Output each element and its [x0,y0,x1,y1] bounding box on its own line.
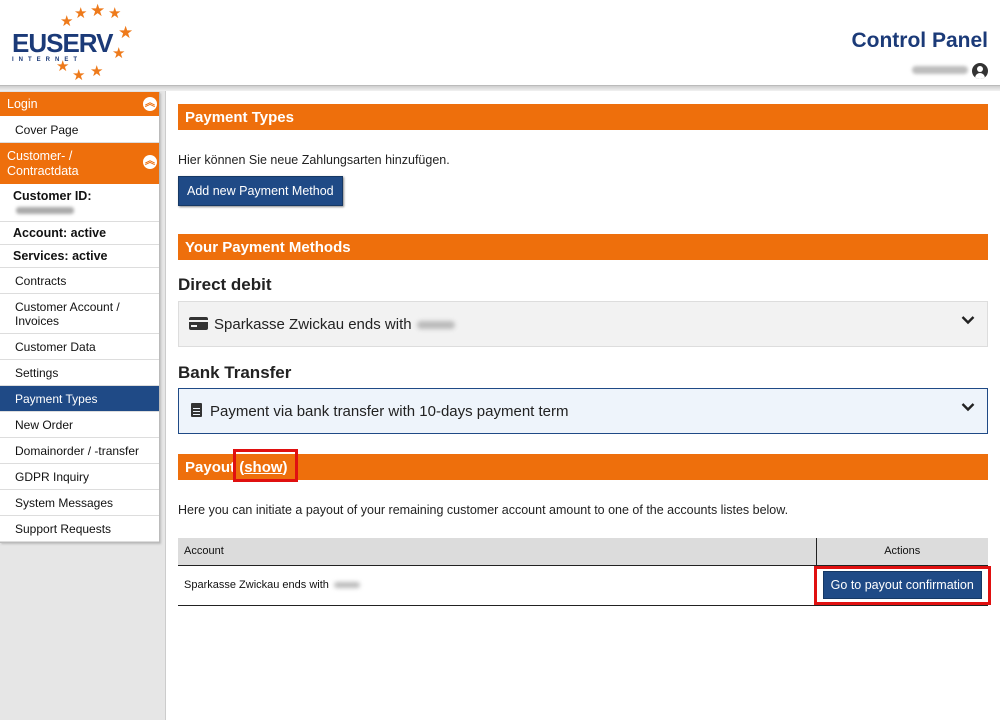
intro-text: Hier können Sie neue Zahlungsarten hinzu… [178,153,450,167]
bank-transfer-title: Bank Transfer [178,363,292,382]
star-icon: ★ [74,5,88,22]
section-title: Your Payment Methods [185,239,351,256]
section-payment-types: Payment Types [178,104,988,130]
highlight-box [233,449,298,482]
username-redacted [912,66,968,74]
star-icon: ★ [72,67,86,84]
sidebar-item-domainorder[interactable]: Domainorder / -transfer [0,438,159,464]
account-status: Account: active [0,222,159,245]
star-icon: ★ [90,1,106,20]
sidebar-section-label: Customer- / Contractdata [7,149,79,178]
account-digits-redacted [333,582,360,589]
sidebar-item-customer-account[interactable]: Customer Account / Invoices [0,294,159,334]
section-your-payment-methods: Your Payment Methods [178,234,988,260]
section-title: Payout [185,459,236,476]
star-icon: ★ [60,13,74,30]
column-header-account: Account [178,538,816,566]
sidebar-section-customer[interactable]: Customer- / Contractdata ︽ [0,143,159,185]
account-name: Sparkasse Zwickau ends with [184,579,329,591]
logo-subtext: INTERNET [12,57,82,63]
customer-id-redacted [16,207,74,215]
credit-card-icon [189,317,208,330]
customer-id: Customer ID: [0,185,159,222]
sidebar-section-label: Login [7,97,38,111]
star-icon: ★ [118,23,134,42]
sidebar-item-customer-data[interactable]: Customer Data [0,334,159,360]
sidebar-item-support-requests[interactable]: Support Requests [0,516,159,542]
direct-debit-title: Direct debit [178,275,272,294]
sidebar-item-contracts[interactable]: Contracts [0,268,159,294]
chevron-up-icon[interactable]: ︽ [143,97,157,111]
customer-id-label: Customer ID: [13,189,92,203]
header: ★ ★ ★ ★ ★ ★ ★ ★ ★ EUSERV INTERNET Contro… [0,0,1000,86]
section-payout: Payout (show) [178,454,988,480]
bank-transfer-accordion[interactable]: Payment via bank transfer with 10-days p… [178,388,988,434]
services-status: Services: active [0,245,159,268]
star-icon: ★ [108,5,122,22]
add-payment-method-button[interactable]: Add new Payment Method [178,176,343,206]
table-header-row: Account Actions [178,538,988,566]
sidebar-item-settings[interactable]: Settings [0,360,159,386]
section-title: Payment Types [185,109,294,126]
star-icon: ★ [90,63,104,80]
chevron-up-icon[interactable]: ︽ [143,155,157,169]
document-icon [191,403,202,417]
sidebar: Login ︽ Cover Page Customer- / Contractd… [0,92,160,543]
direct-debit-label: Sparkasse Zwickau ends with [214,316,412,333]
page-header-title: Control Panel [851,29,988,52]
sidebar-item-payment-types[interactable]: Payment Types [0,386,159,412]
payout-description: Here you can initiate a payout of your r… [178,503,789,517]
account-digits-redacted [416,321,455,330]
sidebar-section-login[interactable]: Login ︽ [0,92,159,117]
column-header-actions: Actions [815,538,988,566]
sidebar-item-system-messages[interactable]: System Messages [0,490,159,516]
chevron-down-icon[interactable] [961,315,975,325]
star-icon: ★ [112,45,126,62]
direct-debit-accordion[interactable]: Sparkasse Zwickau ends with [178,301,988,347]
sidebar-item-cover-page[interactable]: Cover Page [0,117,159,143]
sidebar-item-new-order[interactable]: New Order [0,412,159,438]
account-cell: Sparkasse Zwickau ends with [178,565,816,606]
bank-transfer-label: Payment via bank transfer with 10-days p… [210,403,569,420]
euserv-logo[interactable]: ★ ★ ★ ★ ★ ★ ★ ★ ★ EUSERV INTERNET [8,2,133,84]
sidebar-item-gdpr-inquiry[interactable]: GDPR Inquiry [0,464,159,490]
logo-text: EUSERV [12,28,113,58]
highlight-box [814,566,991,605]
chevron-down-icon[interactable] [961,402,975,412]
user-circle-icon[interactable] [972,63,988,79]
